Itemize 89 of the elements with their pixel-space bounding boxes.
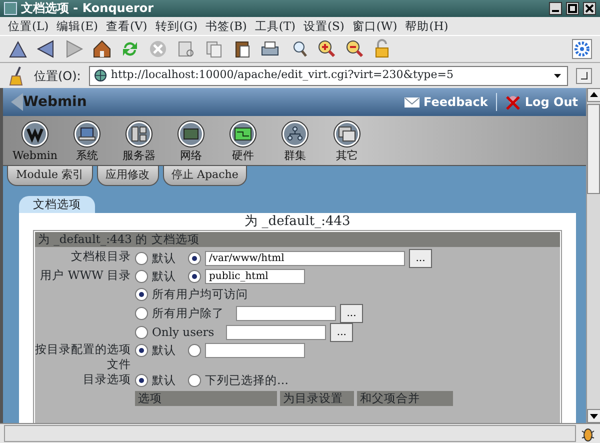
module-tab[interactable]: Module 索引 [7, 166, 93, 186]
field-label: 文档根目录 [70, 248, 132, 265]
menu-item[interactable]: 查看(V) [102, 17, 152, 35]
laptop-icon [73, 120, 101, 148]
webmin-logo: Webmin [23, 92, 87, 112]
radio-button[interactable] [135, 306, 148, 320]
globe-icon [94, 69, 107, 82]
envelope-icon [404, 94, 420, 110]
radio-label: 默认 [152, 372, 176, 390]
radio-label: 所有用户除了 [152, 304, 224, 322]
menu-item[interactable]: 设置(S) [300, 17, 348, 35]
browse-button[interactable]: ... [340, 304, 363, 323]
radio-button[interactable] [188, 252, 201, 265]
radio-button[interactable] [188, 270, 201, 284]
form-heading: 为 _default_:443 [244, 212, 352, 230]
category-item[interactable]: 群集 [271, 120, 319, 165]
network-card-icon [177, 120, 205, 148]
clear-location-icon[interactable] [576, 68, 592, 84]
menu-item[interactable]: 窗口(W) [348, 17, 402, 35]
browse-button[interactable]: ... [330, 322, 354, 342]
column-header: 选项 [135, 390, 277, 406]
field-label: 按目录配置的选项文件 [35, 342, 132, 372]
radio-label: 所有用户均可访问 [152, 286, 248, 304]
radio-button[interactable] [188, 374, 201, 388]
server-panel-icon [125, 120, 153, 148]
webmin-logo-icon [21, 120, 49, 148]
zoom-in-icon[interactable] [316, 39, 336, 59]
url-field[interactable]: http://localhost:10000/apache/edit_virt.cgi?virt=230&type=5 [88, 66, 568, 86]
radio-label: 默认 [152, 250, 176, 267]
radio-button[interactable] [135, 326, 148, 339]
menu-item[interactable]: 转到(G) [151, 17, 202, 35]
gear-icon[interactable] [572, 39, 592, 59]
category-item[interactable]: 网络 [167, 120, 215, 165]
radio-button[interactable] [135, 344, 148, 358]
bug-icon[interactable] [580, 426, 596, 442]
text-input[interactable] [226, 324, 326, 340]
zoom-out-icon[interactable] [344, 39, 364, 59]
text-input[interactable]: /var/www/html [205, 250, 405, 266]
radio-label: 默认 [152, 268, 176, 286]
location-label: 位置(O): [34, 68, 81, 84]
field-label: 目录选项 [82, 372, 132, 388]
field-label: 用户 WWW 目录 [39, 268, 132, 284]
category-item[interactable]: 系统 [63, 120, 111, 165]
radio-button[interactable] [135, 270, 148, 284]
minimize-icon[interactable] [549, 2, 562, 15]
window-title: 文档选项 - Konqueror [21, 0, 154, 17]
radio-label: 下列已选择的… [205, 372, 288, 390]
scroll-down-icon[interactable] [587, 409, 600, 423]
category-item[interactable]: 服务器 [115, 120, 163, 165]
category-item[interactable]: 硬件 [219, 120, 267, 165]
radio-button[interactable] [135, 252, 148, 265]
text-input[interactable] [205, 343, 305, 358]
module-tab[interactable]: 停止 Apache [162, 166, 248, 186]
column-header: 为目录设置 [280, 390, 354, 406]
form-tab[interactable]: 文档选项 [19, 196, 95, 213]
circuit-board-icon [229, 120, 257, 148]
forward-arrow-icon[interactable] [64, 39, 84, 59]
radio-button[interactable] [135, 374, 148, 388]
radio-label: 默认 [152, 342, 176, 360]
maximize-icon[interactable] [566, 2, 579, 15]
close-icon[interactable] [583, 2, 596, 15]
radio-button[interactable] [188, 344, 201, 358]
network-nodes-icon [281, 120, 309, 148]
back-arrow-icon[interactable] [36, 39, 56, 59]
column-header: 和父项合并 [357, 390, 453, 406]
category-item[interactable]: 其它 [323, 120, 371, 165]
menu-item[interactable]: 工具(T) [250, 17, 300, 35]
module-tab[interactable]: 应用修改 [96, 166, 159, 186]
section-title: 为 _default_:443 的 文档选项 [35, 232, 560, 247]
menu-item[interactable]: 位置(L) [4, 17, 53, 35]
menu-item[interactable]: 书签(B) [201, 17, 251, 35]
header-link[interactable]: Log Out [504, 93, 578, 111]
scroll-up-icon[interactable] [587, 88, 600, 102]
menu-item[interactable]: 帮助(H) [401, 17, 452, 35]
radio-label: Only users [152, 324, 214, 341]
category-item[interactable]: Webmin [11, 120, 59, 165]
scroll-thumb[interactable] [587, 104, 600, 194]
menu-item[interactable]: 编辑(E) [52, 17, 102, 35]
text-input[interactable] [236, 306, 336, 321]
copy-icon[interactable] [204, 39, 224, 59]
header-link[interactable]: Feedback [404, 93, 488, 111]
window-icon [4, 2, 17, 15]
scrollbar[interactable] [586, 88, 600, 423]
text-input[interactable]: public_html [205, 269, 305, 284]
home-icon[interactable] [92, 39, 112, 59]
browse-button[interactable]: ... [409, 248, 432, 268]
up-arrow-icon[interactable] [8, 39, 28, 59]
radio-button[interactable] [135, 288, 148, 302]
windows-icon [333, 120, 361, 148]
